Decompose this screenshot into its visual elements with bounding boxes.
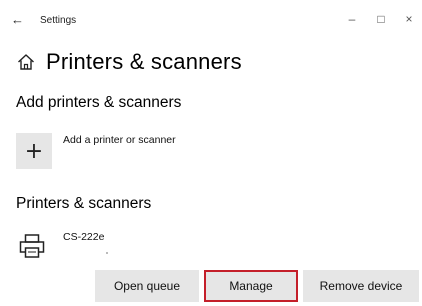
add-printer-button[interactable]: + bbox=[16, 133, 52, 169]
window-title: Settings bbox=[40, 15, 77, 26]
add-printer-label[interactable]: Add a printer or scanner bbox=[63, 134, 176, 146]
home-icon bbox=[18, 54, 34, 70]
add-section-title: Add printers & scanners bbox=[16, 94, 182, 111]
remove-device-button[interactable]: Remove device bbox=[303, 270, 419, 302]
maximize-button[interactable]: □ bbox=[369, 10, 393, 28]
printers-section-title: Printers & scanners bbox=[16, 195, 152, 212]
page-title: Printers & scanners bbox=[46, 49, 242, 74]
close-button[interactable]: × bbox=[397, 10, 421, 28]
printer-name[interactable]: CS-222e bbox=[63, 231, 104, 243]
open-queue-button[interactable]: Open queue bbox=[95, 270, 199, 302]
title-bar: ← Settings – □ × bbox=[0, 0, 422, 40]
back-arrow-icon[interactable]: ← bbox=[11, 12, 24, 28]
page-header: Printers & scanners bbox=[16, 46, 242, 78]
minimize-button[interactable]: – bbox=[340, 10, 364, 28]
plus-icon: + bbox=[24, 138, 44, 164]
manage-button[interactable]: Manage bbox=[204, 270, 298, 302]
status-dot bbox=[106, 252, 108, 254]
printer-icon[interactable] bbox=[18, 232, 46, 260]
